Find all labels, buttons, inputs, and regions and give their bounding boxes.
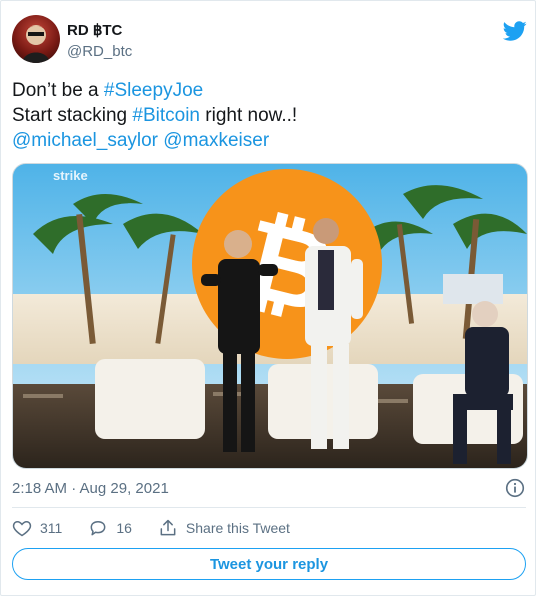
- divider: [12, 507, 526, 508]
- action-bar: 311 16 Share this Tweet: [12, 517, 316, 539]
- tweet-text-segment: right now..!: [200, 105, 298, 126]
- avatar[interactable]: [12, 15, 60, 63]
- share-upload-icon: [160, 519, 176, 536]
- mention-link[interactable]: @michael_saylor: [12, 130, 158, 151]
- like-count: 311: [40, 520, 63, 536]
- mention-link[interactable]: @maxkeiser: [163, 130, 269, 151]
- tweet-text: Don’t be a #SleepyJoe Start stacking #Bit…: [12, 78, 522, 153]
- reply-count: 16: [116, 520, 132, 536]
- photo-watermark: strike: [53, 168, 88, 183]
- tweet-text-segment: Don’t be a: [12, 80, 104, 101]
- like-button[interactable]: 311: [12, 518, 62, 538]
- share-label: Share this Tweet: [185, 520, 290, 536]
- tweet-text-line: @michael_saylor @maxkeiser: [12, 128, 522, 153]
- tweet-text-line: Start stacking #Bitcoin right now..!: [12, 103, 522, 128]
- twitter-bird-icon[interactable]: [503, 19, 527, 43]
- speech-bubble-icon: [90, 521, 106, 536]
- info-icon[interactable]: [505, 478, 525, 498]
- tweet-your-reply-button[interactable]: Tweet your reply: [12, 548, 526, 580]
- share-button[interactable]: Share this Tweet: [158, 518, 290, 538]
- photo-stage-scene: ₿ strike: [13, 164, 527, 468]
- tweet-card: RD ฿TC @RD_btc Don’t be a #SleepyJoe Star…: [0, 0, 536, 596]
- timestamp[interactable]: 2:18 AM · Aug 29, 2021: [12, 480, 169, 497]
- tweet-text-line: Don’t be a #SleepyJoe: [12, 78, 522, 103]
- tweet-text-segment: Start stacking: [12, 105, 133, 126]
- author-handle[interactable]: @RD_btc: [67, 43, 132, 60]
- reply-count-button[interactable]: 16: [88, 518, 132, 538]
- hashtag-link[interactable]: #Bitcoin: [132, 105, 200, 126]
- tweet-photo[interactable]: ₿ strike: [12, 163, 528, 469]
- hashtag-link[interactable]: #SleepyJoe: [104, 80, 203, 101]
- author-name[interactable]: RD ฿TC: [67, 21, 122, 39]
- heart-icon: [12, 520, 32, 537]
